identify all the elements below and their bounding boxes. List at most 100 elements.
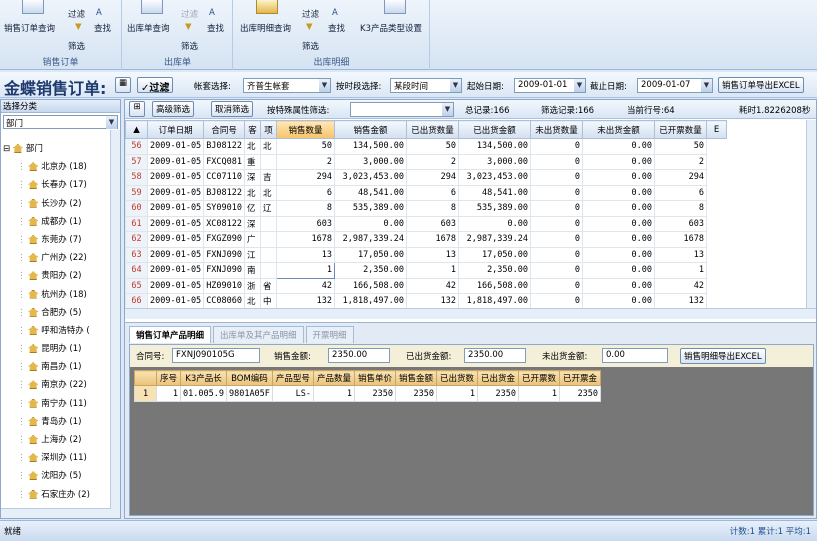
table-row[interactable]: 65 2009-01-05 HZ09010 浙省 42 166,508.00 42 166,5… (125, 277, 727, 294)
filter-button[interactable]: 过滤 (302, 8, 319, 20)
table-cell[interactable]: 3,023,453.00 (458, 169, 532, 186)
column-header[interactable]: 客 (244, 120, 262, 139)
detail-tab[interactable]: 开票明细 (305, 326, 354, 343)
table-cell[interactable]: 北 (244, 293, 262, 308)
table-cell[interactable]: 0 (530, 169, 584, 186)
table-cell[interactable]: 0 (530, 262, 584, 279)
table-cell[interactable]: 0.00 (582, 246, 656, 263)
table-cell[interactable]: CC08060 (203, 293, 246, 308)
table-cell[interactable]: 0.00 (582, 153, 656, 170)
tree-item[interactable]: ⋮ 石家庄办 (2) (3, 486, 109, 502)
table-cell[interactable]: 50 (406, 138, 460, 155)
table-row[interactable]: 56 2009-01-05 BJ08122 北北 50 134,500.00 50 134,5… (125, 138, 727, 155)
table-cell[interactable]: 重 (244, 153, 262, 170)
detail-cell[interactable]: 2350 (559, 385, 602, 402)
table-cell[interactable] (260, 231, 278, 248)
export-orders-button[interactable]: 销售订单导出EXCEL (718, 77, 804, 93)
table-cell[interactable]: 13 (406, 246, 460, 263)
filter-main-button[interactable]: ✓过滤 (137, 77, 174, 94)
category-select[interactable]: 部门 ▼ (3, 115, 118, 129)
table-cell[interactable]: 294 (406, 169, 460, 186)
detail-column-header[interactable]: 已开票数 (518, 370, 561, 386)
chevron-down-icon[interactable]: ▼ (442, 103, 453, 116)
table-cell[interactable]: FXNJ090 (203, 262, 246, 279)
tree-item[interactable]: ⋮ 贵阳办 (2) (3, 267, 109, 285)
contract-field[interactable]: FXNJ090105G (172, 348, 260, 363)
table-row[interactable]: 64 2009-01-05 FXNJ090 南 1 2,350.00 1 2,350.00 0 0… (125, 262, 727, 279)
column-header[interactable]: 已开票数量 (654, 120, 708, 139)
table-cell[interactable]: 江 (244, 246, 262, 263)
table-cell[interactable]: 0.00 (582, 184, 656, 201)
table-cell[interactable]: 0 (530, 277, 584, 294)
row-number[interactable]: 58 (125, 169, 148, 186)
table-cell[interactable]: 1,818,497.00 (334, 293, 408, 308)
find-button[interactable]: 查找 (94, 22, 111, 34)
product-type-icon[interactable] (384, 0, 406, 14)
tree-item[interactable]: ⋮ 南京办 (22) (3, 376, 109, 394)
table-cell[interactable]: SY09010 (203, 200, 246, 217)
columns-icon[interactable]: ⊞ (129, 101, 145, 117)
table-cell[interactable]: 17,050.00 (458, 246, 532, 263)
table-cell[interactable] (260, 215, 278, 232)
detail-cell[interactable]: 1 (312, 385, 355, 402)
table-cell[interactable]: 2009-01-05 (146, 293, 205, 308)
table-cell[interactable]: 1678 (654, 231, 708, 248)
table-cell[interactable]: 2,987,339.24 (334, 231, 408, 248)
table-cell[interactable]: 0 (530, 246, 584, 263)
table-cell[interactable]: XC08122 (203, 215, 246, 232)
orders-grid[interactable]: ▲ 订单日期 合同号客项销售数量 销售金额 已出货数量 已出货金额 未出货数量 未出货金额 已开… (125, 120, 807, 308)
table-cell[interactable]: 535,389.00 (334, 200, 408, 217)
detail-cell[interactable]: 2350 (476, 385, 520, 402)
table-cell[interactable]: 603 (276, 215, 336, 232)
column-header[interactable]: 合同号 (203, 120, 246, 139)
table-cell[interactable]: 535,389.00 (458, 200, 532, 217)
column-header[interactable]: 项 (260, 120, 278, 139)
table-cell[interactable]: 0.00 (458, 215, 532, 232)
column-header[interactable]: 销售数量 (276, 120, 336, 139)
table-row[interactable]: 63 2009-01-05 FXNJ090 江 13 17,050.00 13 17,050.… (125, 246, 727, 263)
table-cell[interactable]: 603 (406, 215, 460, 232)
chevron-down-icon[interactable]: ▼ (574, 79, 585, 92)
find-icon[interactable]: A (209, 8, 215, 18)
table-cell[interactable]: 辽 (260, 200, 278, 217)
table-cell[interactable]: 42 (654, 277, 708, 294)
table-cell[interactable]: 1678 (276, 231, 336, 248)
detail-tab[interactable]: 出库单及其产品明细 (213, 326, 304, 343)
table-cell[interactable]: 0.00 (582, 138, 656, 155)
chevron-down-icon[interactable]: ▼ (106, 116, 117, 129)
table-cell[interactable]: 3,023,453.00 (334, 169, 408, 186)
table-row[interactable]: 58 2009-01-05 CC07110 深吉 294 3,023,453.00 294 3… (125, 169, 727, 186)
detail-column-header[interactable]: BOM编码 (225, 370, 273, 386)
table-cell[interactable]: 1 (276, 262, 336, 279)
column-header[interactable]: 未出货数量 (530, 120, 584, 139)
table-cell[interactable]: 深 (244, 169, 262, 186)
detail-cell[interactable]: 1 (155, 385, 182, 402)
table-cell[interactable]: FXGZ090 (203, 231, 246, 248)
table-cell[interactable]: 广 (244, 231, 262, 248)
table-cell[interactable]: 0 (530, 293, 584, 308)
table-cell[interactable]: 0.00 (582, 293, 656, 308)
table-cell[interactable]: 2 (654, 153, 708, 170)
table-cell[interactable]: 1,818,497.00 (458, 293, 532, 308)
table-cell[interactable]: 134,500.00 (334, 138, 408, 155)
row-header-corner[interactable] (134, 370, 157, 386)
tree-item[interactable]: ⋮ 沈阳办 (5) (3, 467, 109, 485)
tree-item[interactable]: ⋮ 青岛办 (1) (3, 413, 109, 431)
table-cell[interactable]: 南 (244, 262, 262, 279)
table-cell[interactable]: 亿 (244, 200, 262, 217)
k3-product-type-button[interactable]: K3产品类型设置 (360, 22, 422, 34)
detail-column-header[interactable]: 销售金额 (394, 370, 437, 386)
table-cell[interactable]: 0 (530, 215, 584, 232)
tree-item[interactable]: ⋮ 昆明办 (1) (3, 340, 109, 358)
table-cell[interactable] (260, 246, 278, 263)
table-cell[interactable]: 42 (276, 277, 336, 294)
detail-column-header[interactable]: 产品型号 (271, 370, 314, 386)
tree-item[interactable]: ⋮ 南宁办 (11) (3, 395, 109, 413)
table-cell[interactable]: 1 (406, 262, 460, 279)
row-number[interactable]: 66 (125, 293, 148, 308)
advanced-filter-button[interactable]: 高级筛选 (152, 101, 195, 117)
table-cell[interactable]: 603 (654, 215, 708, 232)
chevron-down-icon[interactable]: ▼ (450, 79, 461, 92)
account-select[interactable]: 齐普生帐套 ▼ (243, 78, 331, 93)
outbound-query-icon[interactable] (141, 0, 163, 14)
